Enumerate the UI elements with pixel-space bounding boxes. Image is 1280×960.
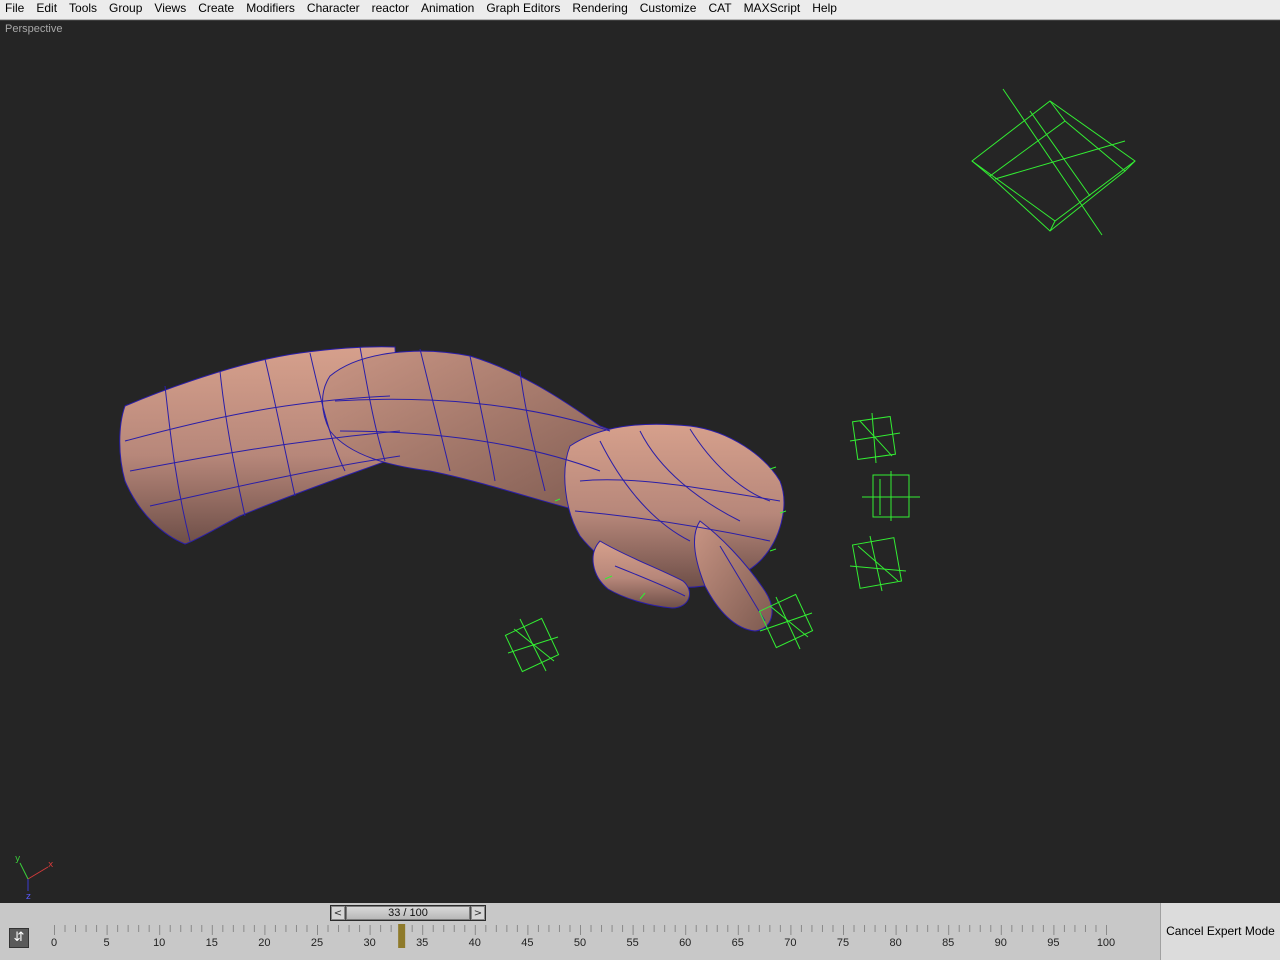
frame-tick-label: 30 (363, 937, 375, 949)
frame-tick-label: 5 (104, 937, 110, 949)
frame-tick-label: 95 (1047, 937, 1059, 949)
menu-bar: File Edit Tools Group Views Create Modifiers Ch… (0, 0, 1280, 20)
helper-box-thumb[interactable] (504, 617, 560, 673)
helper-box-2[interactable] (862, 471, 920, 521)
menu-help[interactable]: Help (806, 0, 843, 19)
perspective-viewport[interactable]: Perspective x y z (0, 20, 1280, 904)
frame-tick-label: 80 (889, 937, 901, 949)
current-frame-marker[interactable] (398, 924, 406, 948)
menu-reactor[interactable]: reactor (366, 0, 415, 19)
menu-cat[interactable]: CAT (702, 0, 737, 19)
menu-tools[interactable]: Tools (63, 0, 103, 19)
frame-tick-label: 0 (51, 937, 57, 949)
menu-edit[interactable]: Edit (30, 0, 63, 19)
frame-tick-label: 85 (942, 937, 954, 949)
menu-animation[interactable]: Animation (415, 0, 480, 19)
frame-tick-label: 70 (784, 937, 796, 949)
menu-create[interactable]: Create (192, 0, 240, 19)
ik-helpers (504, 88, 1136, 673)
view-axis-tripod: x y z (15, 854, 54, 902)
helper-box-1[interactable] (849, 412, 901, 464)
cancel-expert-mode-button[interactable]: Cancel Expert Mode (1161, 903, 1280, 960)
menu-group[interactable]: Group (103, 0, 148, 19)
frame-tick-label: 15 (206, 937, 218, 949)
menu-character[interactable]: Character (301, 0, 366, 19)
helper-box-3[interactable] (849, 535, 907, 592)
frame-tick-label: 50 (574, 937, 586, 949)
frame-tick-label: 40 (469, 937, 481, 949)
axis-y-label: y (15, 854, 21, 864)
menu-modifiers[interactable]: Modifiers (240, 0, 301, 19)
next-frame-button[interactable]: > (471, 906, 485, 920)
frame-tick-label: 55 (626, 937, 638, 949)
time-slider[interactable]: < 33 / 100 > (330, 905, 486, 921)
frame-readout: 33 / 100 (388, 907, 428, 919)
track-bar[interactable]: ⇵ 0 5 10 15 20 25 30 35 40 45 50 55 60 65 70 75 80 85 90 95… (0, 923, 1160, 960)
frame-tick-label: 100 (1097, 937, 1115, 949)
frame-tick-label: 45 (521, 937, 533, 949)
scene-canvas[interactable]: x y z (0, 21, 1280, 903)
arm-mesh[interactable] (119, 346, 785, 632)
helper-box-large[interactable] (971, 88, 1136, 236)
axis-z-label: z (26, 892, 31, 902)
prev-frame-button[interactable]: < (331, 906, 345, 920)
frame-tick-label: 90 (995, 937, 1007, 949)
frame-tick-label: 20 (258, 937, 270, 949)
frame-tick-label: 35 (416, 937, 428, 949)
frame-tick-label: 65 (732, 937, 744, 949)
axis-x-label: x (48, 860, 54, 870)
menu-views[interactable]: Views (148, 0, 192, 19)
menu-file[interactable]: File (0, 0, 30, 19)
frame-tick-label: 60 (679, 937, 691, 949)
menu-maxscript[interactable]: MAXScript (738, 0, 807, 19)
time-slider-thumb[interactable]: 33 / 100 (346, 906, 470, 920)
frame-tick-label: 75 (837, 937, 849, 949)
time-slider-bar: < 33 / 100 > (0, 903, 1160, 923)
menu-graph-editors[interactable]: Graph Editors (480, 0, 566, 19)
frame-ruler[interactable]: 0 5 10 15 20 25 30 35 40 45 50 55 60 65 70 75 80 85 90 95 10… (0, 923, 1160, 960)
menu-customize[interactable]: Customize (634, 0, 703, 19)
frame-tick-label: 25 (311, 937, 323, 949)
frame-tick-label: 10 (153, 937, 165, 949)
expert-mode-panel: Cancel Expert Mode (1160, 903, 1280, 960)
menu-rendering[interactable]: Rendering (566, 0, 633, 19)
